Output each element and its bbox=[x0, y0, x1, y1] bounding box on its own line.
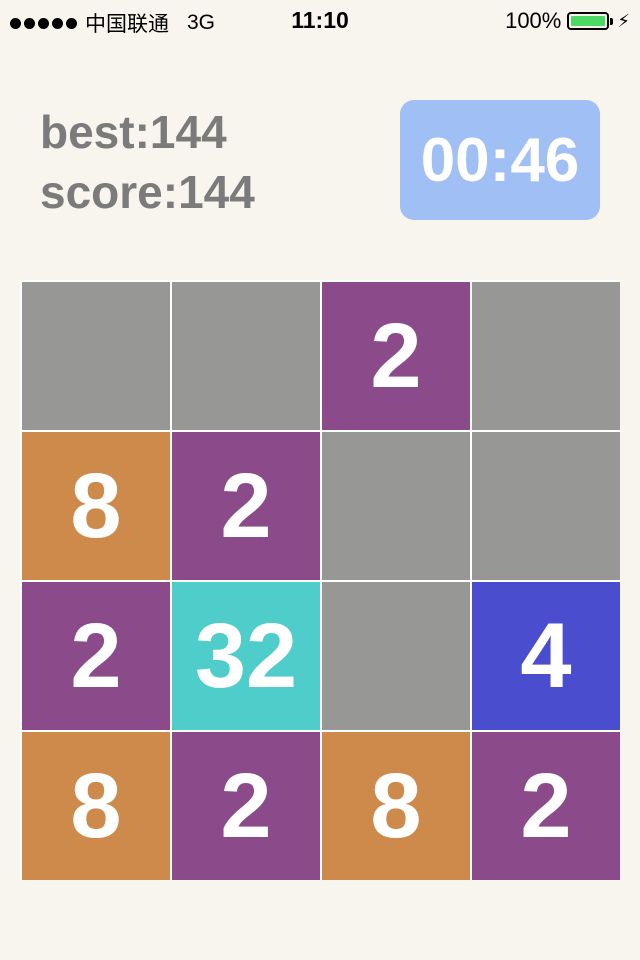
status-right: 100% ⚡ bbox=[505, 8, 630, 34]
battery-percent: 100% bbox=[505, 8, 562, 33]
tile-8: 8 bbox=[22, 432, 170, 580]
empty-cell bbox=[472, 432, 620, 580]
tile-4: 4 bbox=[472, 582, 620, 730]
tile-2: 2 bbox=[472, 732, 620, 880]
battery-cap bbox=[610, 18, 614, 25]
tile-8: 8 bbox=[322, 732, 470, 880]
empty-cell bbox=[472, 282, 620, 430]
tile-2: 2 bbox=[322, 282, 470, 430]
timer: 00:46 bbox=[400, 100, 600, 220]
tile-2: 2 bbox=[172, 732, 320, 880]
empty-cell bbox=[322, 582, 470, 730]
best-score: best:144 bbox=[40, 106, 227, 158]
charging-bolt-icon: ⚡ bbox=[617, 10, 630, 31]
empty-cell bbox=[22, 282, 170, 430]
tile-32: 32 bbox=[172, 582, 320, 730]
battery-icon bbox=[567, 12, 614, 30]
tile-2: 2 bbox=[172, 432, 320, 580]
empty-cell bbox=[322, 432, 470, 580]
status-bar: 中国联通 3G 11:10 100% ⚡ bbox=[0, 0, 640, 40]
tile-8: 8 bbox=[22, 732, 170, 880]
empty-cell bbox=[172, 282, 320, 430]
tile-2: 2 bbox=[22, 582, 170, 730]
game-board[interactable]: 2 8 2 2 32 4 8 2 8 2 bbox=[20, 280, 620, 880]
battery-fill bbox=[571, 16, 606, 26]
current-score: score:144 bbox=[40, 166, 255, 218]
score-panel: best:144 score:144 bbox=[40, 102, 255, 222]
